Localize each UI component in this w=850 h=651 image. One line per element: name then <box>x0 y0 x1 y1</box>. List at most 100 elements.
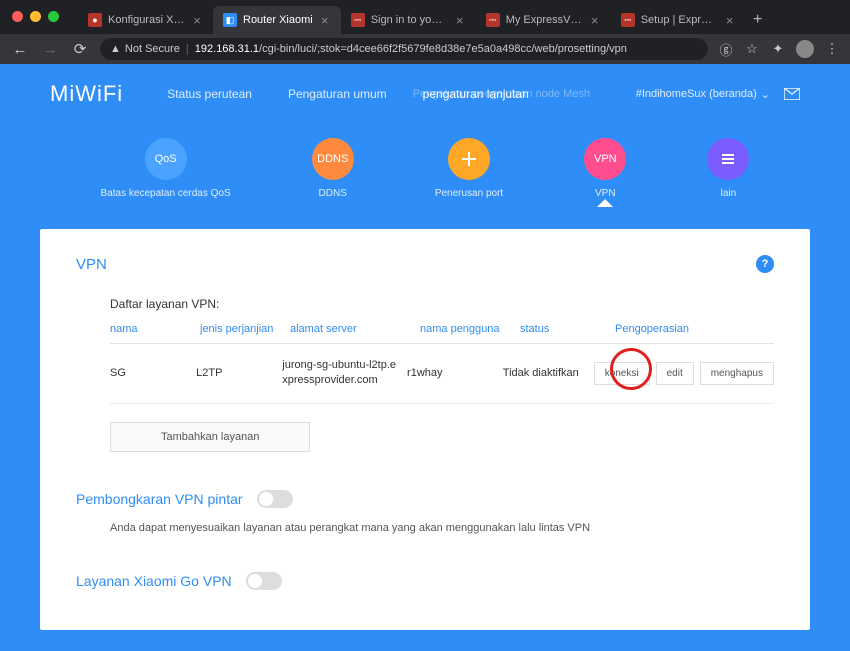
vpn-list-section: Daftar layanan VPN: nama jenis perjanjia… <box>76 297 774 452</box>
feature-icons: QoS Batas kecepatan cerdas QoS DDNS DDNS… <box>0 124 850 229</box>
cell-jenis: L2TP <box>196 367 282 379</box>
account-label: #IndihomeSux (beranda) <box>636 88 757 100</box>
highlight-circle <box>610 348 652 390</box>
mesh-link[interactable]: Pengaturan pengelolaan node Mesh <box>413 88 590 100</box>
smart-vpn-section: Pembongkaran VPN pintar Anda dapat menye… <box>76 490 774 534</box>
menu-icon[interactable]: ⋮ <box>824 41 840 57</box>
address-bar: ← → ⟳ ▲ Not Secure | 192.168.31.1/cgi-bi… <box>0 34 850 64</box>
ddns-icon: DDNS <box>312 138 354 180</box>
smart-vpn-toggle[interactable] <box>257 490 293 508</box>
help-icon[interactable]: ? <box>756 255 774 273</box>
tab-title: Router Xiaomi <box>243 14 313 26</box>
header-right: Pengaturan pengelolaan node Mesh #Indiho… <box>636 88 800 101</box>
feature-port-forward[interactable]: Penerusan port <box>435 138 503 199</box>
warning-icon: ▲ <box>110 43 121 55</box>
col-status: status <box>520 323 615 335</box>
port-label: Penerusan port <box>435 188 503 199</box>
tab-close-icon[interactable]: × <box>191 14 203 26</box>
active-arrow-icon <box>597 199 613 207</box>
qos-icon: QoS <box>145 138 187 180</box>
tab-close-icon[interactable]: × <box>589 14 601 26</box>
bookmark-icon[interactable]: ☆ <box>744 41 760 57</box>
feature-qos[interactable]: QoS Batas kecepatan cerdas QoS <box>101 138 231 199</box>
port-forward-icon <box>448 138 490 180</box>
xiaomi-go-toggle[interactable] <box>246 572 282 590</box>
xiaomi-go-title-row: Layanan Xiaomi Go VPN <box>76 572 774 590</box>
favicon: ◧ <box>223 13 237 27</box>
profile-icon[interactable] <box>796 40 814 58</box>
page-content: MiWiFi Status perutean Pengaturan umum p… <box>0 64 850 651</box>
feature-ddns[interactable]: DDNS DDNS <box>312 138 354 199</box>
cell-server: jurong-sg-ubuntu-l2tp.expressprovider.co… <box>282 358 407 389</box>
browser-tab-2[interactable]: ⎓ Sign in to your account | Ex × <box>341 6 476 34</box>
table-header: nama jenis perjanjian alamat server nama… <box>110 323 774 344</box>
panel-header: VPN ? <box>76 255 774 273</box>
feature-more[interactable]: lain <box>707 138 749 199</box>
tab-close-icon[interactable]: × <box>454 14 466 26</box>
list-label: Daftar layanan VPN: <box>110 297 774 311</box>
col-user: nama pengguna <box>420 323 520 335</box>
favicon: ⎓ <box>486 13 500 27</box>
reload-button[interactable]: ⟳ <box>70 39 90 59</box>
tab-title: My ExpressVPN Account <box>506 14 583 26</box>
browser-tab-3[interactable]: ⎓ My ExpressVPN Account × <box>476 6 611 34</box>
security-indicator[interactable]: ▲ Not Secure <box>110 43 180 55</box>
tab-title: Sign in to your account | Ex <box>371 14 448 26</box>
not-secure-label: Not Secure <box>125 43 180 55</box>
url-path: /cgi-bin/luci/;stok=d4cee66f2f5679fe8d38… <box>259 43 627 55</box>
url-text: 192.168.31.1/cgi-bin/luci/;stok=d4cee66f… <box>195 43 627 55</box>
cell-user: r1whay <box>407 367 503 379</box>
url-box[interactable]: ▲ Not Secure | 192.168.31.1/cgi-bin/luci… <box>100 38 708 60</box>
xiaomi-go-title: Layanan Xiaomi Go VPN <box>76 573 232 589</box>
tab-close-icon[interactable]: × <box>319 14 331 26</box>
edit-button[interactable]: edit <box>656 362 694 385</box>
add-service-button[interactable]: Tambahkan layanan <box>110 422 310 452</box>
col-jenis: jenis perjanjian <box>200 323 290 335</box>
nav-routing-status[interactable]: Status perutean <box>167 87 252 101</box>
favicon: ⎓ <box>621 13 635 27</box>
tab-close-icon[interactable]: × <box>724 14 736 26</box>
extension-icon[interactable]: ✦ <box>770 41 786 57</box>
url-host: 192.168.31.1 <box>195 43 259 55</box>
new-tab-button[interactable]: + <box>746 8 770 32</box>
back-button[interactable]: ← <box>10 39 30 59</box>
delete-button[interactable]: menghapus <box>700 362 774 385</box>
favicon: ⎓ <box>351 13 365 27</box>
forward-button[interactable]: → <box>40 39 60 59</box>
miwifi-logo[interactable]: MiWiFi <box>50 81 123 107</box>
more-icon <box>707 138 749 180</box>
xiaomi-go-section: Layanan Xiaomi Go VPN <box>76 572 774 590</box>
smart-vpn-desc: Anda dapat menyesuaikan layanan atau per… <box>76 522 774 534</box>
favicon: ● <box>88 13 102 27</box>
col-nama: nama <box>110 323 200 335</box>
vpn-panel: VPN ? Daftar layanan VPN: nama jenis per… <box>40 229 810 630</box>
browser-tab-0[interactable]: ● Konfigurasi Xiaomi Router A × <box>78 6 213 34</box>
table-row: SG L2TP jurong-sg-ubuntu-l2tp.expresspro… <box>110 344 774 404</box>
tab-title: Setup | ExpressVPN <box>641 14 718 26</box>
vpn-label: VPN <box>595 188 616 199</box>
window-minimize[interactable] <box>30 11 41 22</box>
browser-window: ● Konfigurasi Xiaomi Router A × ◧ Router… <box>0 0 850 651</box>
chevron-down-icon: ⌄ <box>761 88 770 101</box>
cell-status: Tidak diaktifkan <box>503 367 594 379</box>
panel-title: VPN <box>76 256 107 273</box>
tab-title: Konfigurasi Xiaomi Router A <box>108 14 185 26</box>
cell-nama: SG <box>110 367 196 379</box>
nav-general-settings[interactable]: Pengaturan umum <box>288 87 387 101</box>
window-close[interactable] <box>12 11 23 22</box>
account-dropdown[interactable]: #IndihomeSux (beranda) ⌄ <box>636 88 770 101</box>
browser-tab-4[interactable]: ⎓ Setup | ExpressVPN × <box>611 6 746 34</box>
smart-vpn-title-row: Pembongkaran VPN pintar <box>76 490 774 508</box>
toolbar-icons: ⓖ ☆ ✦ ⋮ <box>718 40 840 58</box>
qos-label: Batas kecepatan cerdas QoS <box>101 188 231 199</box>
more-label: lain <box>721 188 737 199</box>
window-maximize[interactable] <box>48 11 59 22</box>
mail-icon[interactable] <box>784 88 800 100</box>
tab-bar: ● Konfigurasi Xiaomi Router A × ◧ Router… <box>0 0 850 34</box>
vpn-icon: VPN <box>584 138 626 180</box>
smart-vpn-title: Pembongkaran VPN pintar <box>76 491 243 507</box>
ddns-label: DDNS <box>319 188 347 199</box>
browser-tab-1[interactable]: ◧ Router Xiaomi × <box>213 6 341 34</box>
translate-icon[interactable]: ⓖ <box>718 41 734 57</box>
feature-vpn[interactable]: VPN VPN <box>584 138 626 199</box>
